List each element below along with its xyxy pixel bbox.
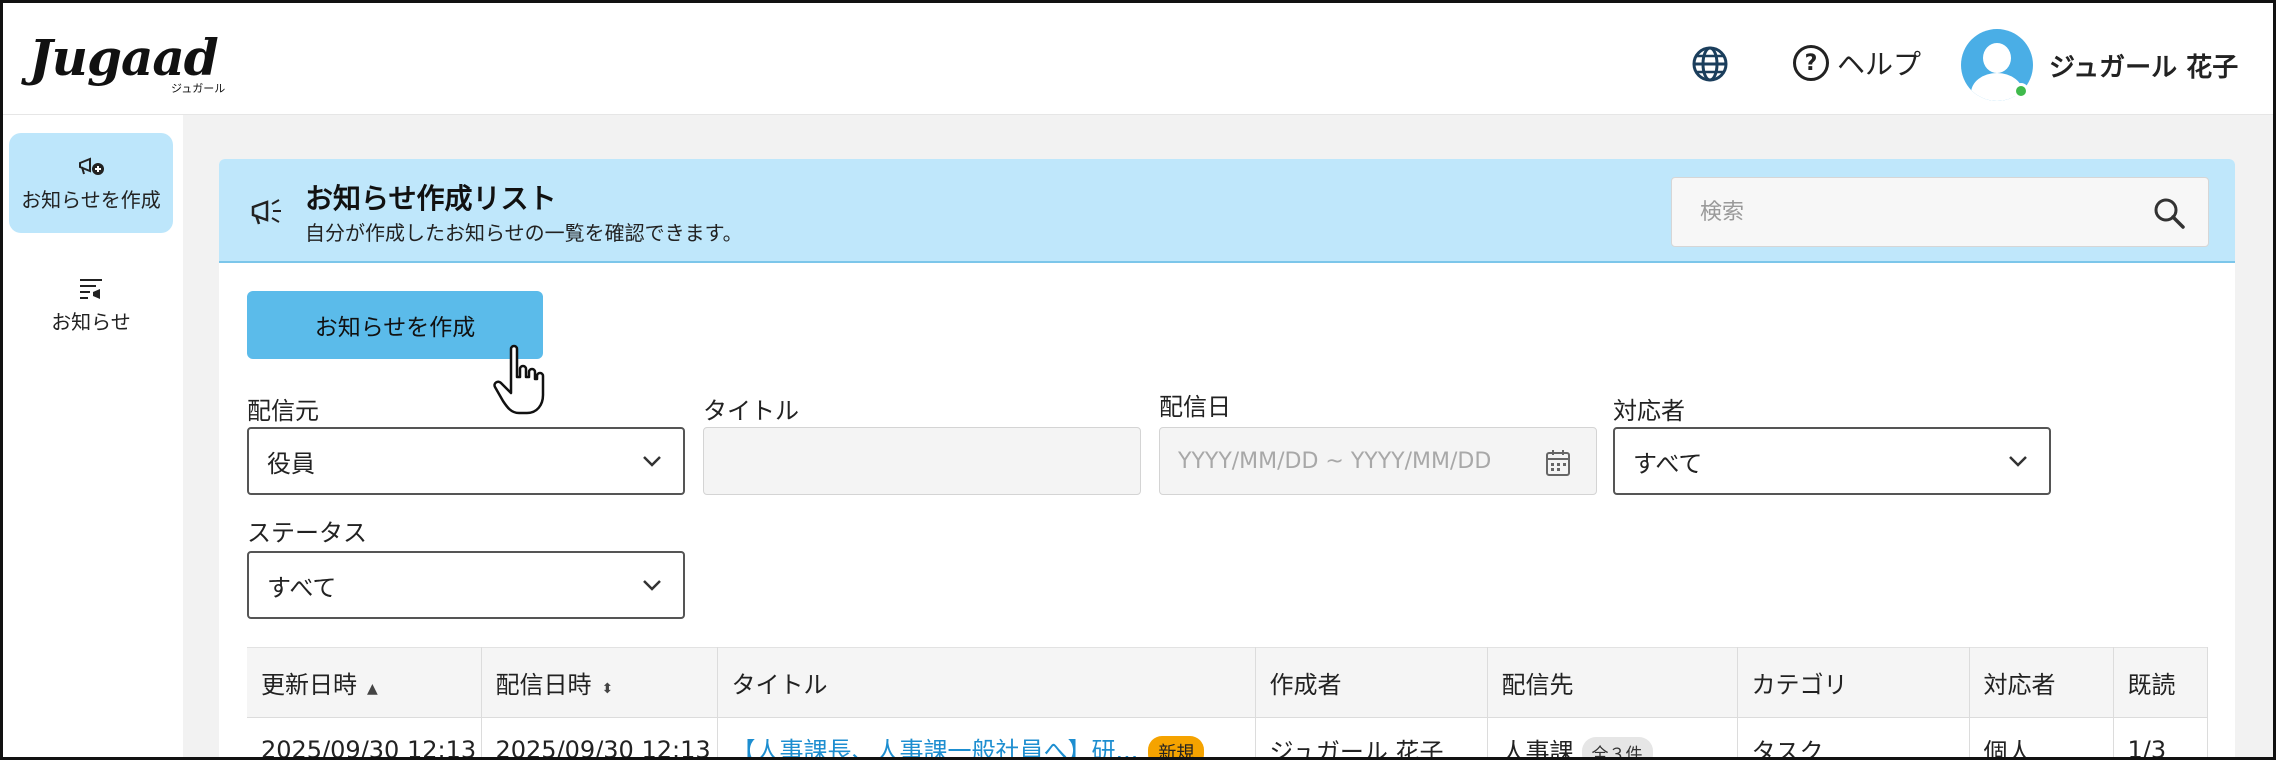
chevron-down-icon (643, 456, 661, 467)
help-button[interactable]: ? ヘルプ (1793, 43, 1921, 83)
cell-handler: 個人 (1969, 717, 2114, 757)
table-row[interactable]: 2025/09/30 12:13 2025/09/30 12:13 【人事課長、… (247, 717, 2208, 760)
megaphone-icon (251, 199, 281, 225)
top-bar: Jugaad ジュガール ? ヘルプ ジュガール 花子 (3, 3, 2273, 115)
chevron-down-icon (2009, 456, 2027, 467)
cell-delivered: 2025/09/30 12:13 (481, 717, 718, 757)
column-category: カテゴリ (1737, 647, 1970, 718)
status-value: すべて (267, 573, 337, 602)
handler-label: 対応者 (1613, 397, 1685, 425)
sender-select[interactable]: 役員 (247, 427, 685, 495)
column-handler: 対応者 (1969, 647, 2114, 718)
cell-category: タスク (1737, 717, 1970, 757)
hand-cursor-icon (493, 344, 545, 415)
announcement-list-icon (80, 278, 102, 299)
search-icon[interactable] (2152, 196, 2186, 230)
notice-table: 更新日時 ▲ 配信日時 ⬍ タイトル 作成者 配信先 カテゴリ 対応者 既読 202… (247, 647, 2208, 760)
handler-value: すべて (1633, 449, 1703, 478)
sidebar-item-create-notice[interactable]: お知らせを作成 (9, 133, 173, 233)
column-destination: 配信先 (1487, 647, 1738, 718)
logo[interactable]: Jugaad (29, 33, 219, 83)
sort-asc-icon[interactable]: ▲ (367, 681, 378, 697)
cell-author: ジュガール 花子 (1255, 717, 1488, 757)
date-range-field[interactable]: YYYY/MM/DD ~ YYYY/MM/DD (1159, 427, 1597, 495)
globe-icon[interactable] (1691, 45, 1729, 83)
search-box (1671, 177, 2209, 247)
title-label: タイトル (703, 397, 799, 425)
column-title: タイトル (717, 647, 1256, 718)
user-name[interactable]: ジュガール 花子 (2049, 47, 2238, 84)
sidebar: お知らせを作成 お知らせ (3, 115, 183, 757)
chevron-down-icon (643, 580, 661, 591)
column-delivered[interactable]: 配信日時 ⬍ (481, 647, 718, 718)
column-author: 作成者 (1255, 647, 1488, 718)
table-header-row: 更新日時 ▲ 配信日時 ⬍ タイトル 作成者 配信先 カテゴリ 対応者 既読 (247, 647, 2208, 718)
destination-value: 人事課 (1501, 737, 1574, 760)
sort-icon[interactable]: ⬍ (602, 681, 614, 697)
app-frame: Jugaad ジュガール ? ヘルプ ジュガール 花子 お知らせを作成 お知らせ… (0, 0, 2276, 760)
page-subtitle: 自分が作成したお知らせの一覧を確認できます。 (305, 221, 743, 245)
sender-label: 配信元 (247, 397, 319, 425)
column-updated[interactable]: 更新日時 ▲ (247, 647, 482, 718)
destination-count-badge[interactable]: 全３件 (1581, 737, 1653, 757)
sidebar-item-label: お知らせを作成 (21, 187, 161, 212)
card-header: お知らせ作成リスト 自分が作成したお知らせの一覧を確認できます。 (219, 159, 2235, 263)
column-read: 既読 (2113, 647, 2208, 718)
help-label: ヘルプ (1837, 48, 1922, 81)
cell-updated: 2025/09/30 12:13 (247, 717, 482, 757)
handler-select[interactable]: すべて (1613, 427, 2051, 495)
sidebar-item-label: お知らせ (51, 309, 131, 334)
calendar-icon[interactable] (1544, 448, 1572, 478)
cell-destination: 人事課 全３件 (1487, 717, 1738, 760)
cell-title: 【人事課長、人事課一般社員へ】研... 新規 (717, 717, 1256, 757)
new-badge: 新規 (1148, 736, 1205, 757)
question-icon: ? (1793, 45, 1829, 81)
date-label: 配信日 (1159, 393, 1231, 421)
status-select[interactable]: すべて (247, 551, 685, 619)
title-field[interactable] (703, 427, 1141, 495)
search-input[interactable] (1672, 178, 2208, 246)
logo-subtitle: ジュガール (171, 82, 226, 95)
date-placeholder: YYYY/MM/DD ~ YYYY/MM/DD (1178, 448, 1492, 474)
page-title: お知らせ作成リスト (305, 182, 557, 215)
cell-read: 1/3 (2113, 717, 2208, 757)
megaphone-plus-icon (79, 157, 104, 175)
sender-value: 役員 (267, 449, 315, 478)
online-status-dot (2013, 83, 2029, 99)
sidebar-item-notices[interactable]: お知らせ (9, 255, 173, 355)
notice-title-link[interactable]: 【人事課長、人事課一般社員へ】研... (732, 737, 1139, 757)
status-label: ステータス (247, 519, 367, 547)
notice-list-card: お知らせ作成リスト 自分が作成したお知らせの一覧を確認できます。 お知らせを作成… (219, 159, 2235, 760)
